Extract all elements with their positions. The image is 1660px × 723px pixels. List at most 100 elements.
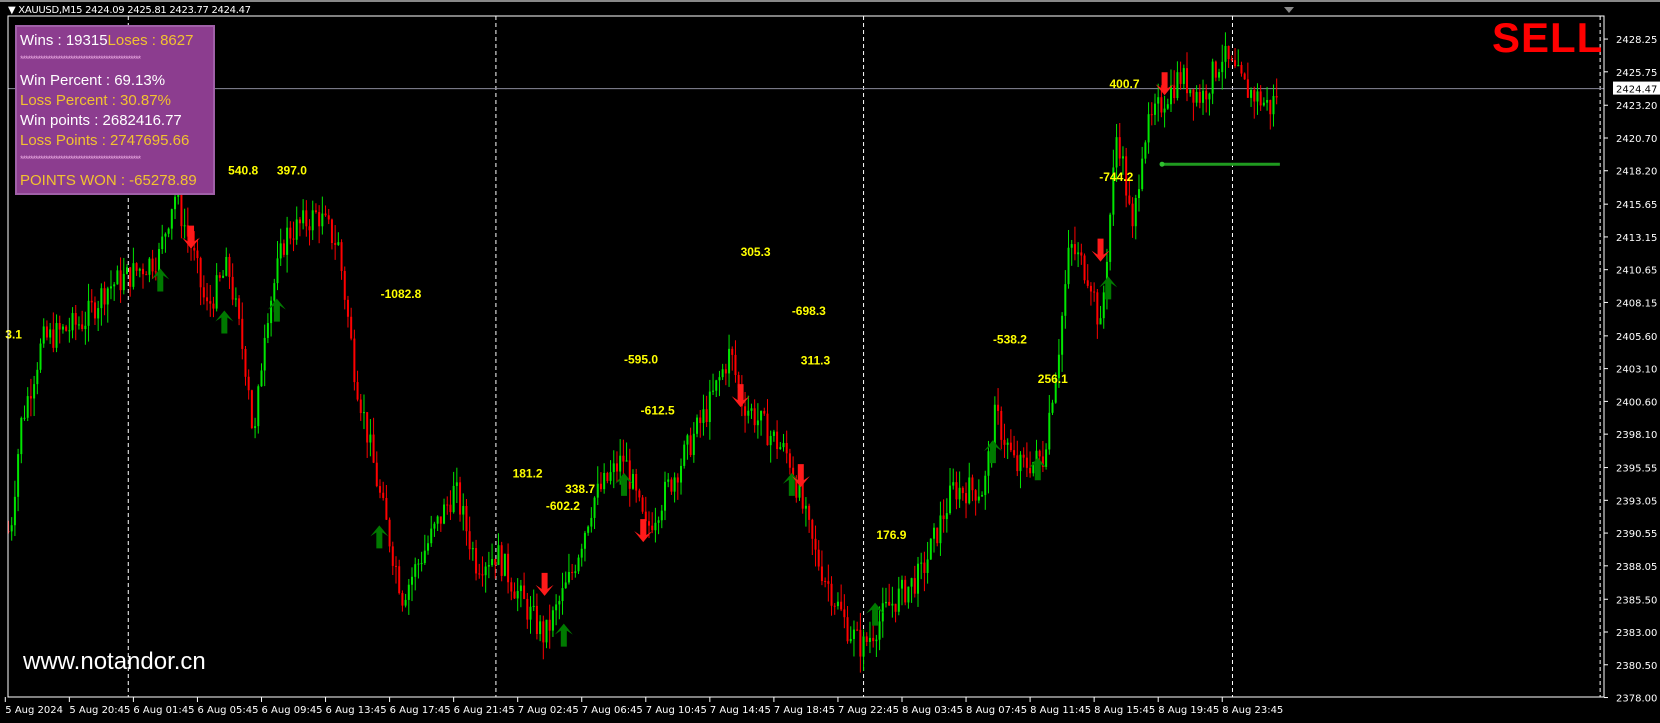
bear-candle xyxy=(872,637,875,642)
bull-candle xyxy=(660,510,663,521)
bull-candle xyxy=(756,420,759,426)
bull-candle xyxy=(708,391,711,423)
price-chart[interactable]: 3.1540.8 397.0-1082.8305.3-698.3-595.0 311… xyxy=(0,2,1660,723)
x-tick-label: 6 Aug 21:45 xyxy=(454,705,515,716)
x-tick-label: 5 Aug 20:45 xyxy=(69,705,130,716)
bull-candle xyxy=(33,384,36,399)
bear-candle xyxy=(961,487,964,494)
bear-candle xyxy=(1089,285,1092,292)
bull-candle xyxy=(158,249,161,273)
bear-candle xyxy=(1022,454,1025,458)
bear-candle xyxy=(817,549,820,567)
bull-candle xyxy=(423,550,426,564)
trade-result-label: 305.3 xyxy=(741,245,771,259)
sell-arrow-icon xyxy=(731,384,750,408)
bull-candle xyxy=(443,504,446,524)
bear-candle xyxy=(340,242,343,271)
bear-candle xyxy=(744,406,747,416)
x-tick-label: 7 Aug 14:45 xyxy=(710,705,771,716)
bear-candle xyxy=(65,326,68,331)
bear-candle xyxy=(731,348,734,355)
level-dot xyxy=(1159,161,1165,167)
bear-candle xyxy=(651,525,654,531)
bear-candle xyxy=(1150,114,1153,116)
y-tick-label: 2383.00 xyxy=(1616,628,1657,639)
bull-candle xyxy=(1141,158,1144,190)
trade-result-label: -744.2 xyxy=(1099,170,1133,184)
bull-candle xyxy=(760,410,763,421)
bear-candle xyxy=(670,479,673,492)
bear-candle xyxy=(622,455,625,462)
bear-candle xyxy=(481,574,484,576)
bear-candle xyxy=(145,274,148,276)
bull-candle xyxy=(1061,315,1064,355)
bull-candle xyxy=(1256,91,1259,102)
bear-candle xyxy=(1096,292,1099,325)
bull-candle xyxy=(984,475,987,496)
chart-window: 3.1 540.8 397.0 -1082.8 305.3 -698.3 -595.0 311… xyxy=(0,0,1660,721)
bull-candle xyxy=(519,585,522,592)
bear-candle xyxy=(606,472,609,481)
y-tick-label: 2408.15 xyxy=(1616,298,1657,309)
bull-candle xyxy=(113,284,116,287)
bear-candle xyxy=(776,431,779,449)
bull-candle xyxy=(109,286,112,289)
bull-candle xyxy=(987,451,990,476)
bull-candle xyxy=(583,532,586,549)
bear-candle xyxy=(465,506,468,532)
trade-result-label: 311.3 xyxy=(801,354,831,368)
bear-candle xyxy=(526,598,529,620)
bear-candle xyxy=(1029,467,1032,474)
win-percent: Win Percent : 69.13% xyxy=(20,72,166,89)
bull-candle xyxy=(407,584,410,600)
dropdown-triangle-icon[interactable]: ▼ xyxy=(8,5,16,16)
bull-candle xyxy=(619,455,622,472)
bull-candle xyxy=(561,588,564,602)
bear-candle xyxy=(1275,96,1278,98)
bull-candle xyxy=(1115,137,1118,168)
bull-candle xyxy=(260,370,263,387)
sell-signal: SELL xyxy=(1492,14,1604,61)
y-tick-label: 2400.60 xyxy=(1616,397,1657,408)
x-tick-label: 6 Aug 05:45 xyxy=(197,705,258,716)
loses-count: Loses : 8627 xyxy=(107,32,194,49)
bear-candle xyxy=(638,490,641,498)
bull-candle xyxy=(939,515,942,544)
x-tick-label: 8 Aug 11:45 xyxy=(1030,705,1091,716)
bull-candle xyxy=(673,477,676,492)
y-tick-label: 2385.50 xyxy=(1616,595,1657,606)
x-tick-label: 6 Aug 17:45 xyxy=(390,705,451,716)
bull-candle xyxy=(849,638,852,642)
x-tick-label: 7 Aug 06:45 xyxy=(582,705,643,716)
y-tick-label: 2378.00 xyxy=(1616,694,1657,705)
bear-candle xyxy=(343,270,346,300)
bear-candle xyxy=(196,250,199,259)
bull-candle xyxy=(1006,442,1009,445)
bull-candle xyxy=(420,563,423,565)
bull-candle xyxy=(414,564,417,577)
bull-candle xyxy=(286,227,289,255)
bear-candle xyxy=(1205,90,1208,100)
bull-candle xyxy=(1163,108,1166,113)
bull-candle xyxy=(900,579,903,589)
bull-candle xyxy=(769,435,772,446)
ohlc-values: 2424.09 2425.81 2423.77 2424.47 xyxy=(85,5,251,16)
bull-candle xyxy=(555,604,558,611)
trade-result-label: -612.5 xyxy=(641,403,675,417)
bull-candle xyxy=(68,330,71,332)
bear-candle xyxy=(247,376,250,391)
bull-candle xyxy=(100,288,103,309)
bear-candle xyxy=(734,354,737,376)
bear-candle xyxy=(1227,46,1230,60)
bull-candle xyxy=(462,506,465,515)
x-tick-label: 8 Aug 07:45 xyxy=(966,705,1027,716)
bear-candle xyxy=(93,302,96,319)
bull-candle xyxy=(254,426,257,429)
bear-candle xyxy=(334,243,337,245)
buy-arrow-icon xyxy=(370,525,389,549)
bull-candle xyxy=(574,571,577,574)
bull-candle xyxy=(491,558,494,566)
trade-result-label: -1082.8 xyxy=(381,287,422,301)
trade-result-label: 338.7 xyxy=(565,482,595,496)
bear-candle xyxy=(119,270,122,291)
